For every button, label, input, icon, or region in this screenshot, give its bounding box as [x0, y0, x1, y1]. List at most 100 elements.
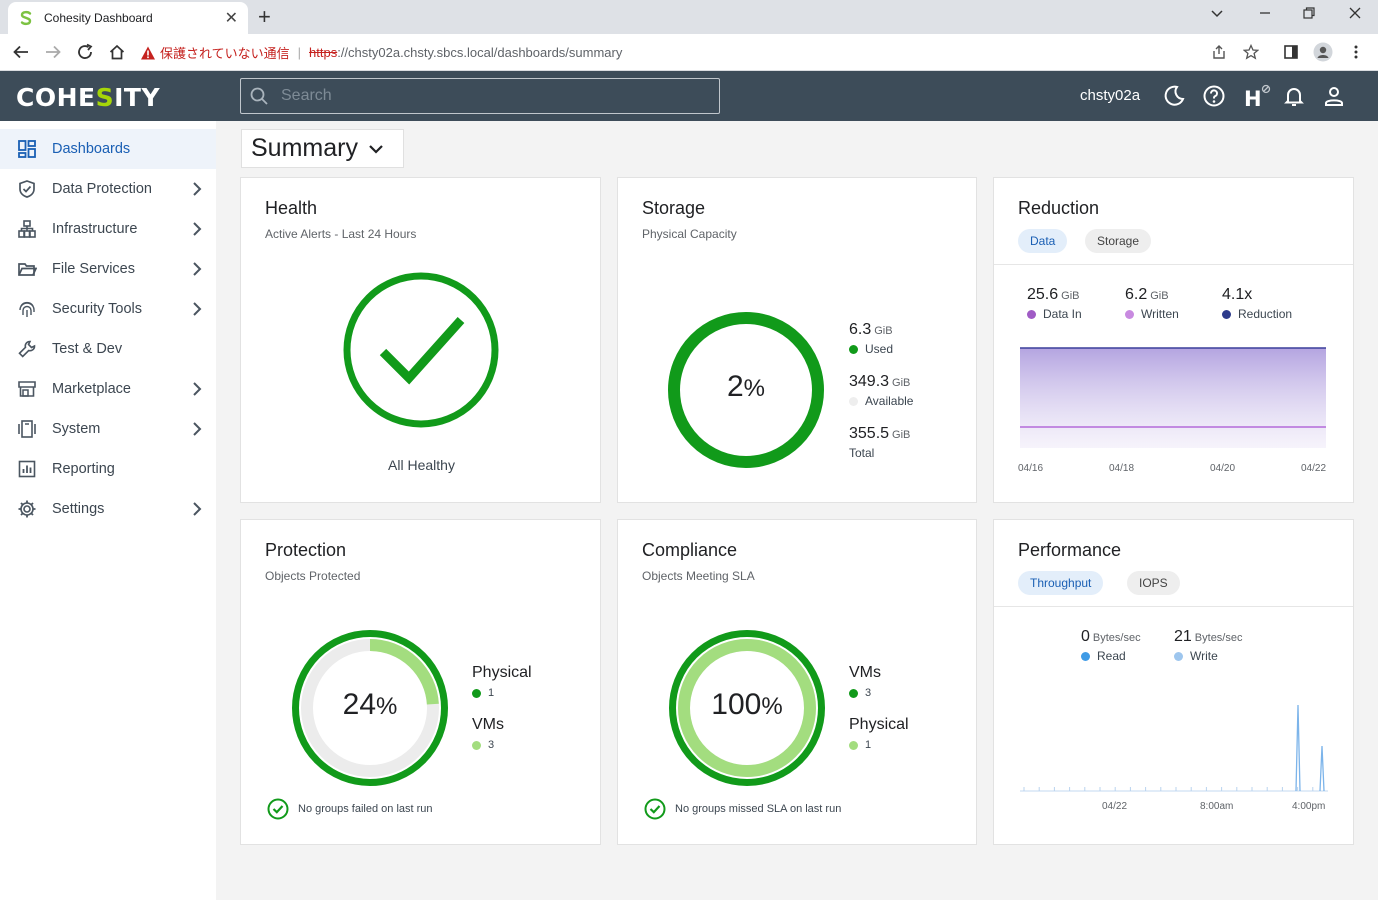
- wrench-icon: [16, 338, 38, 360]
- home-icon[interactable]: [106, 41, 128, 63]
- sidebar-item-label: System: [52, 421, 101, 437]
- legend-dot: [472, 740, 481, 750]
- back-icon[interactable]: [10, 41, 32, 63]
- notifications-bell-icon[interactable]: [1282, 84, 1306, 108]
- helios-icon[interactable]: H: [1242, 84, 1272, 108]
- reduction-ratio-number: 4.1x: [1222, 286, 1253, 303]
- read-label: Read: [1097, 649, 1126, 663]
- reduction-ratio-label: Reduction: [1238, 307, 1293, 321]
- chevron-right-icon: [193, 262, 202, 276]
- browser-address-bar: 保護されていない通信 | https ://chsty02a.chsty.sbc…: [0, 34, 1378, 71]
- data-in-unit: GiB: [1061, 290, 1080, 302]
- health-title: Health: [265, 198, 318, 218]
- logo-text-accent: S: [95, 83, 115, 112]
- omnibox[interactable]: 保護されていない通信 | https ://chsty02a.chsty.sbc…: [140, 38, 1270, 67]
- compliance-physical-number: 1: [865, 739, 872, 751]
- sidebar-nav: Dashboards Data Protection Infrastructur…: [0, 121, 216, 900]
- performance-x-tick: 04/22: [1102, 801, 1128, 812]
- side-panel-icon[interactable]: [1280, 41, 1302, 63]
- search-input[interactable]: [281, 87, 681, 105]
- reduction-card[interactable]: Reduction Data Storage 25.6 GiB Data In 6…: [993, 177, 1354, 503]
- compliance-physical-count: 1: [849, 739, 871, 751]
- write-number: 21: [1174, 628, 1192, 645]
- reduction-tab-data[interactable]: Data: [1018, 229, 1068, 253]
- health-card[interactable]: Health Active Alerts - Last 24 Hours All…: [240, 177, 601, 503]
- performance-tab-throughput[interactable]: Throughput: [1018, 571, 1104, 595]
- minimize-icon[interactable]: [1258, 6, 1272, 24]
- sidebar-item-marketplace[interactable]: Marketplace: [0, 369, 216, 409]
- svg-text:H: H: [1244, 87, 1262, 108]
- bookmark-star-icon[interactable]: [1240, 41, 1262, 63]
- compliance-vms-count: 3: [849, 687, 871, 699]
- profile-avatar-icon[interactable]: [1312, 41, 1334, 63]
- new-tab-icon[interactable]: +: [258, 4, 271, 30]
- compliance-card[interactable]: Compliance Objects Meeting SLA 100% VMs …: [617, 519, 977, 845]
- storage-used-number: 6.3: [849, 321, 872, 338]
- forward-icon[interactable]: [42, 41, 64, 63]
- security-warning[interactable]: 保護されていない通信: [160, 43, 290, 62]
- cohesity-logo[interactable]: COHESITY: [16, 83, 160, 112]
- sidebar-item-test-dev[interactable]: Test & Dev: [0, 329, 216, 369]
- sidebar-item-reporting[interactable]: Reporting: [0, 449, 216, 489]
- sidebar-item-label: Infrastructure: [52, 221, 138, 237]
- browser-tab-title: Cohesity Dashboard: [44, 11, 153, 25]
- fingerprint-icon: [16, 298, 38, 320]
- legend-dot: [1125, 309, 1134, 319]
- reduction-x-tick: 04/22: [1301, 463, 1327, 474]
- close-window-icon[interactable]: [1348, 6, 1362, 24]
- system-icon: [16, 418, 38, 440]
- tab-close-icon[interactable]: ✕: [225, 8, 238, 28]
- chevron-right-icon: [193, 302, 202, 316]
- performance-card[interactable]: Performance Throughput IOPS 0 Bytes/sec R…: [993, 519, 1354, 845]
- cluster-name[interactable]: chsty02a: [1080, 87, 1140, 104]
- global-search[interactable]: [240, 78, 720, 114]
- dark-mode-icon[interactable]: [1162, 84, 1186, 108]
- sidebar-item-security-tools[interactable]: Security Tools: [0, 289, 216, 329]
- sidebar-item-system[interactable]: System: [0, 409, 216, 449]
- reduction-data-in-legend: Data In: [1027, 307, 1082, 321]
- storage-card[interactable]: Storage Physical Capacity 2% 6.3 GiB Used…: [617, 177, 977, 503]
- browser-tab[interactable]: Cohesity Dashboard ✕: [8, 2, 248, 34]
- compliance-vms-number: 3: [865, 687, 872, 699]
- tab-search-chevron-icon[interactable]: [1210, 6, 1224, 24]
- performance-read-value: 0 Bytes/sec: [1081, 628, 1141, 646]
- browser-menu-icon[interactable]: [1345, 41, 1367, 63]
- app-header: COHESITY chsty02a H: [0, 71, 1378, 121]
- compliance-note: No groups missed SLA on last run: [644, 798, 841, 820]
- read-number: 0: [1081, 628, 1090, 645]
- protection-card[interactable]: Protection Objects Protected 24% Physica…: [240, 519, 601, 845]
- protection-physical-label: Physical: [472, 664, 532, 681]
- help-icon[interactable]: [1202, 84, 1226, 108]
- sidebar-item-dashboards[interactable]: Dashboards: [0, 129, 216, 169]
- dashboard-selector-label: Summary: [251, 134, 358, 162]
- share-icon[interactable]: [1208, 41, 1230, 63]
- storage-percent-value: 2: [726, 370, 744, 403]
- sidebar-item-file-services[interactable]: File Services: [0, 249, 216, 289]
- performance-tab-iops[interactable]: IOPS: [1127, 571, 1180, 595]
- reload-icon[interactable]: [74, 41, 96, 63]
- chevron-right-icon: [193, 382, 202, 396]
- restore-icon[interactable]: [1302, 6, 1316, 24]
- storage-percent: 2%: [666, 370, 826, 404]
- sidebar-item-infrastructure[interactable]: Infrastructure: [0, 209, 216, 249]
- reduction-title: Reduction: [1018, 198, 1100, 218]
- protection-percent-sign: %: [376, 693, 398, 720]
- warning-icon: [141, 46, 155, 59]
- compliance-percent: 100%: [666, 688, 828, 722]
- store-icon: [16, 378, 38, 400]
- performance-read-legend: Read: [1081, 649, 1126, 663]
- dashboard-selector[interactable]: Summary: [241, 129, 404, 168]
- health-status: All Healthy: [388, 457, 455, 473]
- logo-text-right: ITY: [114, 83, 161, 112]
- chart-icon: [16, 458, 38, 480]
- user-account-icon[interactable]: [1322, 84, 1346, 108]
- reduction-x-tick: 04/16: [1018, 463, 1044, 474]
- storage-used-label: Used: [865, 342, 894, 356]
- storage-total-number: 355.5: [849, 425, 890, 442]
- chevron-right-icon: [193, 422, 202, 436]
- storage-available-value: 349.3 GiB: [849, 373, 910, 391]
- reduction-tab-storage[interactable]: Storage: [1085, 229, 1152, 253]
- sidebar-item-data-protection[interactable]: Data Protection: [0, 169, 216, 209]
- sidebar-item-settings[interactable]: Settings: [0, 489, 216, 529]
- sidebar-item-label: Test & Dev: [52, 341, 123, 357]
